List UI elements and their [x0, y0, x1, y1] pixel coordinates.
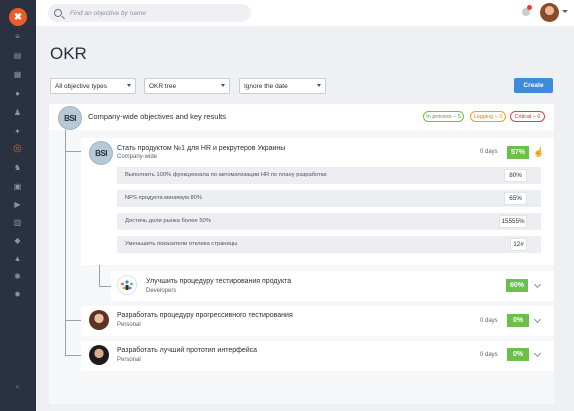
- key-result-value[interactable]: 15555%: [499, 215, 527, 228]
- view-mode-select[interactable]: OKR tree: [144, 78, 230, 94]
- person-avatar: [89, 345, 109, 365]
- objective-days: 0 days: [480, 149, 498, 155]
- news-icon[interactable]: ▦: [11, 70, 24, 79]
- key-result-text: Достичь доли рынка более 50%: [125, 218, 211, 224]
- search-icon: [54, 9, 62, 17]
- cursor-icon: ☝: [533, 147, 545, 157]
- company-avatar-text: BSI: [64, 113, 76, 123]
- view-mode-value: OKR tree: [149, 82, 177, 90]
- search-input[interactable]: Find an objective by name: [48, 4, 251, 22]
- key-result-value[interactable]: 80%: [504, 169, 527, 182]
- key-result-row[interactable]: Выполнить 100% функционала по автоматиза…: [117, 167, 541, 184]
- objective-title[interactable]: Улучшить процедуру тестирования продукта: [146, 278, 291, 285]
- key-result-row[interactable]: NPS продукта минимум 80% 65%: [117, 190, 541, 207]
- documents-icon[interactable]: ▤: [11, 51, 24, 60]
- feed-icon[interactable]: ≡: [11, 32, 24, 41]
- status-badge-lagging[interactable]: Lagging – 0: [470, 111, 506, 122]
- team-icon[interactable]: ♟: [11, 108, 24, 117]
- activity-icon[interactable]: ✦: [11, 127, 24, 136]
- key-result-value[interactable]: 65%: [504, 192, 527, 205]
- top-header: Find an objective by name: [36, 0, 574, 26]
- company-avatar-text: BSI: [95, 148, 107, 158]
- objective-days: 0 days: [480, 352, 498, 358]
- date-filter-value: Ignore the date: [244, 82, 288, 90]
- chevron-down-icon: [317, 84, 321, 87]
- chevron-down-icon[interactable]: [562, 10, 568, 13]
- recruiting-icon[interactable]: ♞: [11, 163, 24, 172]
- chevron-down-icon: [221, 84, 225, 87]
- progress-badge: 0%: [507, 348, 529, 361]
- app-logo-icon[interactable]: ✖: [9, 8, 27, 26]
- company-avatar: BSI: [58, 106, 82, 130]
- user-avatar[interactable]: [540, 3, 559, 22]
- rocket-icon[interactable]: ▲: [11, 254, 24, 263]
- tree-connector: [65, 151, 81, 152]
- key-result-row[interactable]: Достичь доли рынка более 50% 15555%: [117, 213, 541, 230]
- tree-connector: [65, 355, 81, 356]
- status-badge-critical[interactable]: Critical – 0: [510, 111, 545, 122]
- key-result-value[interactable]: 12#: [510, 238, 527, 251]
- date-filter-select[interactable]: Ignore the date: [239, 78, 326, 94]
- person-avatar: [89, 310, 109, 330]
- objective-title[interactable]: Стать продуктом №1 для HR и рекрутеров У…: [117, 145, 285, 152]
- gear-icon[interactable]: ✹: [11, 290, 24, 299]
- team-avatar: [117, 275, 137, 295]
- progress-badge: 60%: [506, 279, 528, 292]
- progress-badge: 0%: [507, 314, 529, 327]
- objective-title[interactable]: Разработать процедуру прогрессивного тес…: [117, 312, 293, 319]
- target-icon[interactable]: ◎: [11, 144, 24, 154]
- status-badge-in-process[interactable]: In process – 5: [423, 111, 464, 122]
- objective-types-value: All objective types: [55, 82, 108, 90]
- page-title: OKR: [50, 44, 87, 63]
- key-result-text: Уменьшить показатели отклика страницы: [125, 241, 238, 247]
- chevron-down-icon: [127, 84, 131, 87]
- tree-connector: [65, 130, 66, 355]
- sidebar: ✖ ≡ ▤ ▦ ● ♟ ✦ ◎ ♞ ▣ ▶ ▥ ◆ ▲ ✺ ✹ «: [0, 0, 36, 411]
- company-avatar: BSI: [89, 141, 113, 165]
- tree-connector: [99, 286, 111, 287]
- search-placeholder: Find an objective by name: [70, 9, 146, 17]
- root-title: Company-wide objectives and key results: [88, 112, 226, 121]
- key-result-text: Выполнить 100% функционала по автоматиза…: [125, 172, 327, 178]
- objective-types-select[interactable]: All objective types: [50, 78, 136, 94]
- team-icon: [121, 280, 133, 290]
- notification-dot: [527, 5, 532, 10]
- chat-icon[interactable]: ◆: [11, 236, 24, 245]
- objective-days: 0 days: [480, 318, 498, 324]
- settings-icon[interactable]: ✺: [11, 272, 24, 281]
- video-icon[interactable]: ▶: [11, 200, 24, 209]
- collapse-sidebar-icon[interactable]: «: [11, 382, 24, 391]
- analytics-icon[interactable]: ▥: [11, 218, 24, 227]
- create-button[interactable]: Create: [514, 78, 553, 93]
- profile-icon[interactable]: ●: [11, 89, 24, 98]
- objective-owner: Company-wide: [117, 154, 158, 160]
- objective-owner: Personal: [117, 357, 141, 363]
- calendar-icon[interactable]: ▣: [11, 182, 24, 191]
- tree-connector: [65, 320, 81, 321]
- key-result-row[interactable]: Уменьшить показатели отклика страницы 12…: [117, 236, 541, 253]
- progress-badge: 57%: [507, 146, 529, 159]
- objective-card[interactable]: [111, 271, 554, 301]
- objective-title[interactable]: Разработать лучший прототип интерфейса: [117, 347, 257, 354]
- objective-owner: Personal: [117, 322, 141, 328]
- key-result-text: NPS продукта минимум 80%: [125, 195, 203, 201]
- objective-owner: Developers: [146, 288, 177, 294]
